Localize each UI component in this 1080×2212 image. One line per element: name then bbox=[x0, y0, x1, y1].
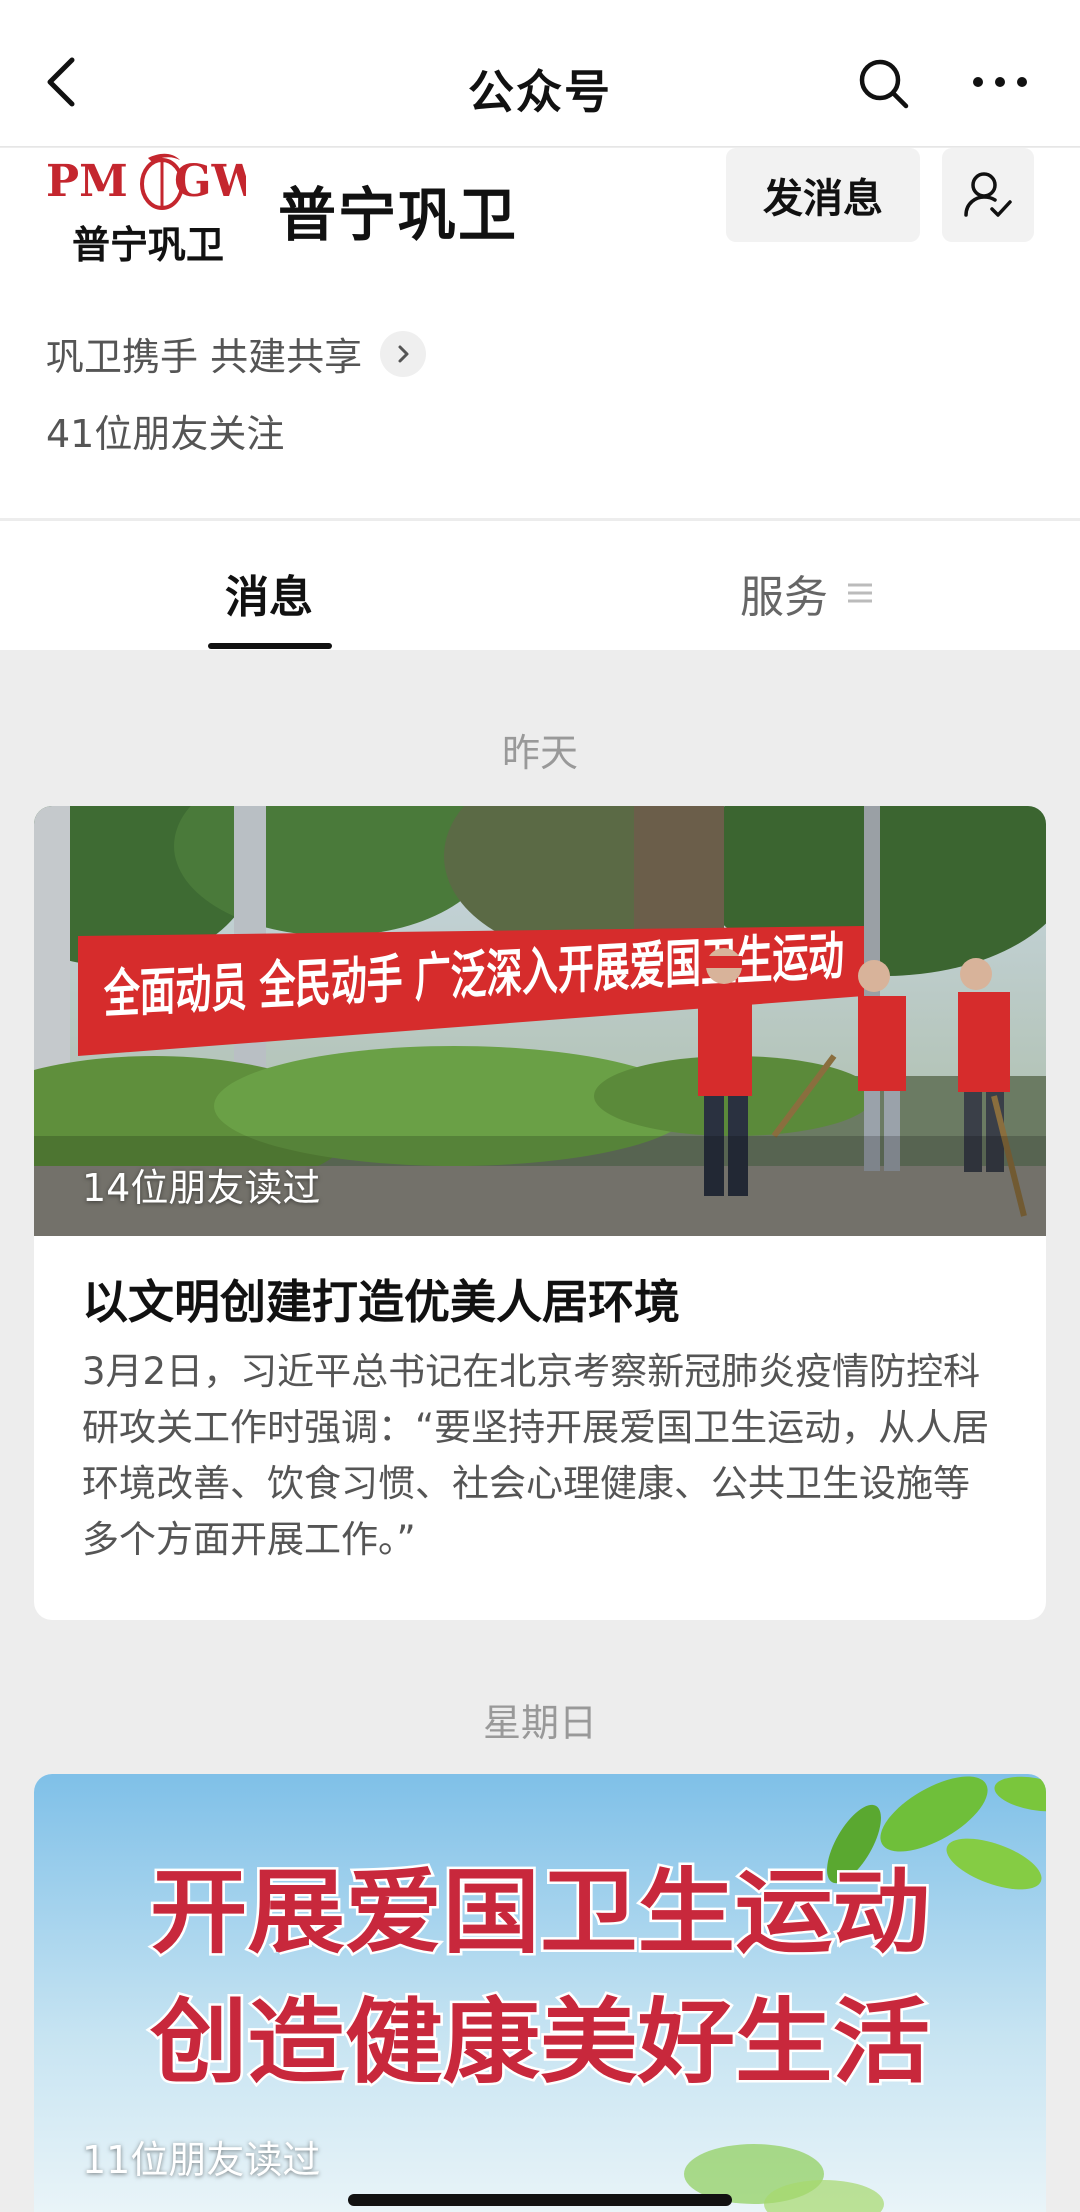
more-button[interactable] bbox=[970, 60, 1030, 104]
account-name[interactable]: 普宁巩卫 bbox=[278, 168, 518, 252]
tab-messages[interactable]: 消息 bbox=[204, 561, 334, 625]
poster-line-2: 创造健康美好生活 bbox=[149, 1989, 930, 2096]
chevron-right-icon bbox=[380, 330, 427, 377]
followers-count[interactable]: 41位朋友关注 bbox=[46, 403, 284, 458]
article-title[interactable]: 以文明创建打造优美人居环境 bbox=[82, 1266, 1002, 1332]
menu-icon bbox=[848, 583, 872, 603]
search-button[interactable] bbox=[856, 56, 912, 112]
read-count: 11位朋友读过 bbox=[82, 2138, 321, 2182]
account-intro[interactable]: 巩卫携手 共建共享 bbox=[46, 326, 427, 381]
search-icon bbox=[859, 59, 909, 109]
slogan-text: 巩卫携手 共建共享 bbox=[46, 335, 363, 379]
account-logo[interactable]: PM GW 普宁巩卫 bbox=[46, 148, 262, 273]
user-check-icon bbox=[964, 172, 1012, 217]
home-indicator[interactable] bbox=[348, 2194, 732, 2206]
tab-bar: 消息 服务 bbox=[0, 520, 1080, 650]
svg-text:PM: PM bbox=[46, 156, 128, 207]
logo-subtext: 普宁巩卫 bbox=[72, 222, 224, 267]
send-message-button[interactable]: 发消息 bbox=[726, 148, 920, 242]
poster-line-1: 开展爱国卫生运动 bbox=[150, 1859, 930, 1966]
article-cover-image[interactable]: 全面动员 全民动手 广泛深入开展爱国卫生运动 14位朋友读过 bbox=[34, 806, 1046, 1236]
article-card[interactable]: 全面动员 全民动手 广泛深入开展爱国卫生运动 14位朋友读过 以文明创建打造优美… bbox=[34, 806, 1046, 1620]
active-tab-indicator bbox=[208, 643, 332, 649]
tab-services[interactable]: 服务 bbox=[740, 561, 874, 625]
article-card[interactable]: 开展爱国卫生运动 创造健康美好生活 11位朋友读过 bbox=[34, 1774, 1046, 2212]
ellipsis-icon bbox=[973, 77, 1027, 87]
nav-bar: 公众号 bbox=[0, 0, 1080, 147]
read-count: 14位朋友读过 bbox=[82, 1166, 321, 1210]
account-profile: PM GW 普宁巩卫 普宁巩卫 发消息 巩卫携手 共建共享 41位朋友关注 bbox=[0, 148, 1080, 518]
followed-button[interactable] bbox=[942, 148, 1034, 242]
page-title: 公众号 bbox=[468, 65, 612, 119]
date-label: 星期日 bbox=[482, 1701, 597, 1745]
tab-services-label: 服务 bbox=[740, 572, 828, 623]
article-summary: 3月2日，习近平总书记在北京考察新冠肺炎疫情防控科研攻关工作时强调：“要坚持开展… bbox=[82, 1350, 990, 1561]
svg-text:GW: GW bbox=[174, 156, 246, 207]
article-cover-image[interactable]: 开展爱国卫生运动 创造健康美好生活 11位朋友读过 bbox=[34, 1774, 1046, 2212]
date-label: 昨天 bbox=[501, 731, 578, 775]
